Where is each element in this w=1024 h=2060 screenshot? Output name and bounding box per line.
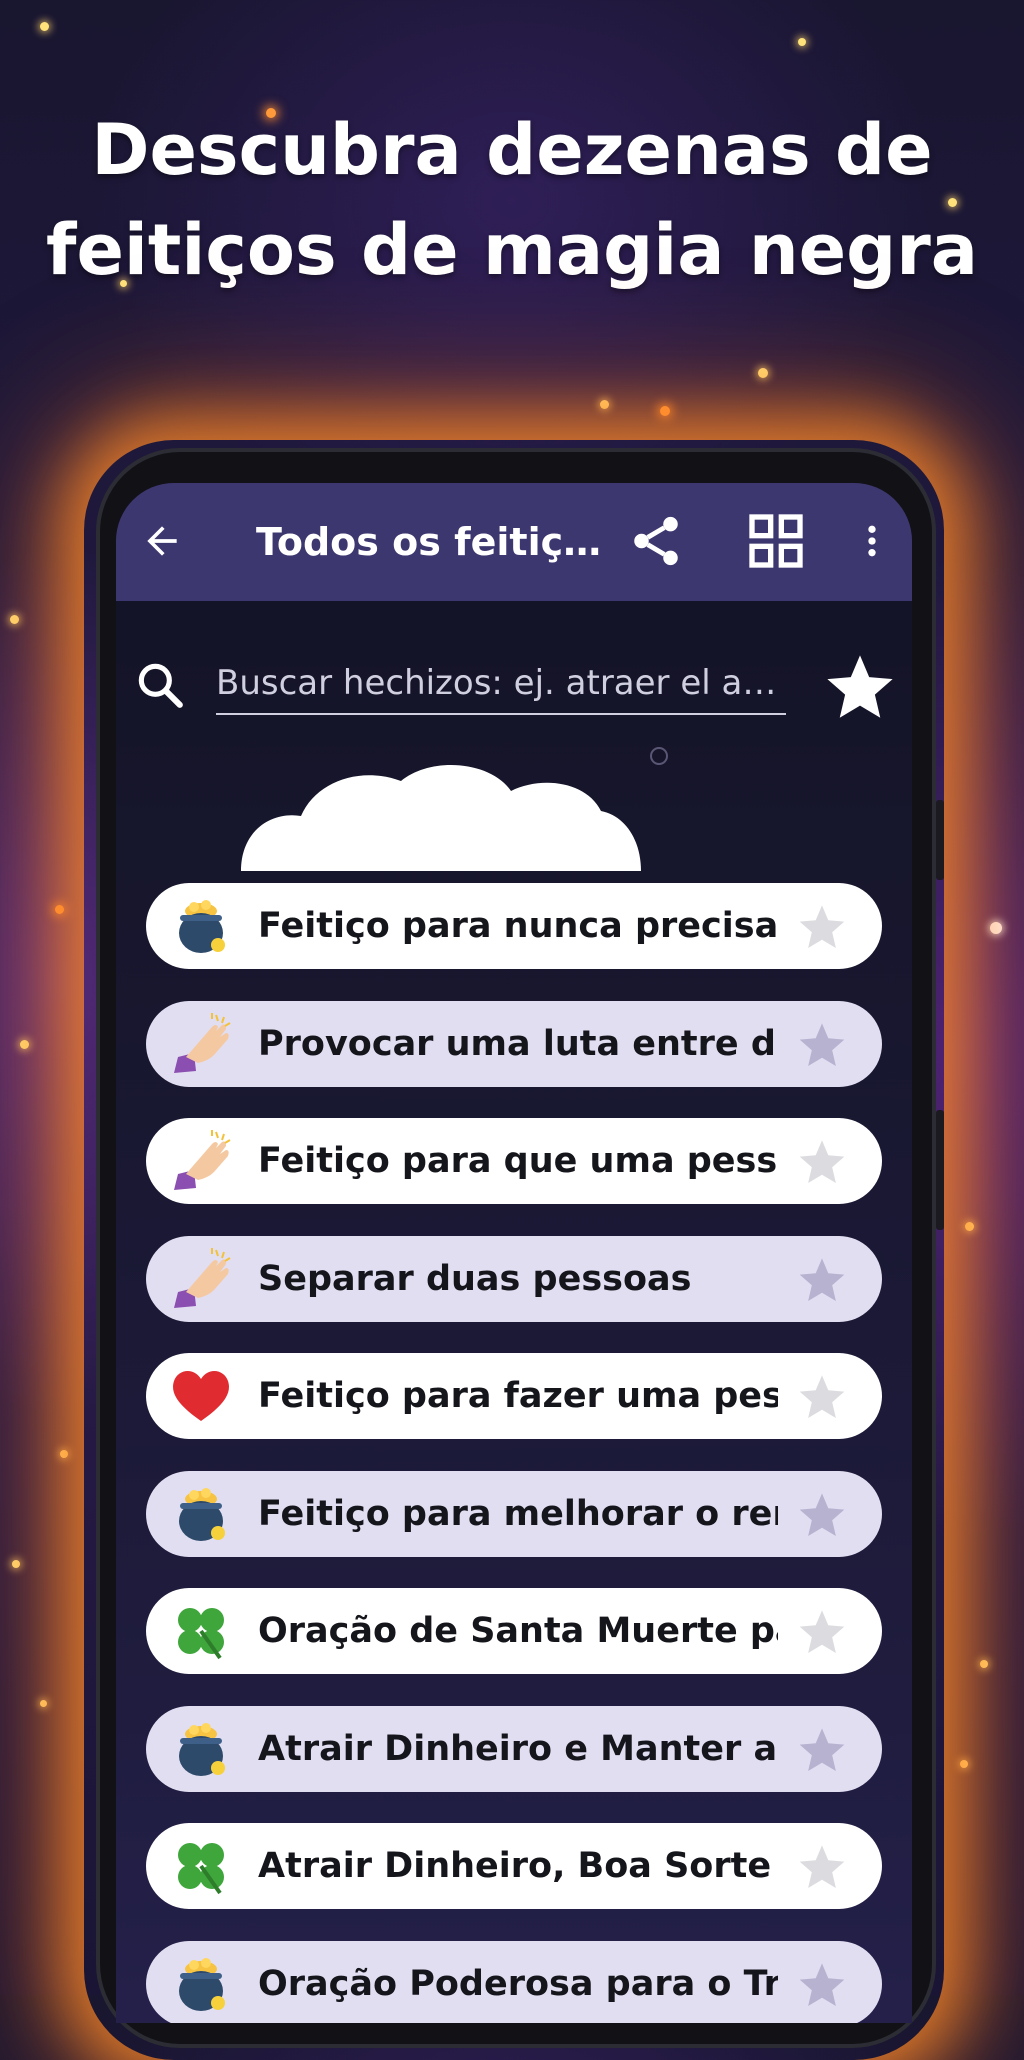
pot-of-gold-icon	[168, 1481, 234, 1547]
spell-list-item[interactable]: Oração de Santa Muerte par…	[146, 1588, 882, 1674]
favorite-star-icon[interactable]	[796, 1841, 848, 1893]
search-icon[interactable]	[132, 657, 188, 713]
spell-list-item[interactable]: Oração Poderosa para o Tra…	[146, 1940, 882, 2023]
favorite-star-icon[interactable]	[796, 901, 848, 953]
heart-icon	[168, 1363, 234, 1429]
spell-list-item[interactable]: Feitiço para fazer uma pesso…	[146, 1353, 882, 1439]
spell-list-item[interactable]: Provocar uma luta entre dua…	[146, 1000, 882, 1087]
spell-item-label: Feitiço para fazer uma pesso…	[258, 1376, 778, 1416]
favorite-star-icon[interactable]	[796, 1019, 848, 1071]
favorites-star-icon[interactable]	[822, 649, 898, 725]
spell-item-label: Separar duas pessoas	[258, 1258, 692, 1299]
phone-side-button	[936, 800, 944, 880]
spell-list-item[interactable]: Atrair Dinheiro, Boa Sorte e …	[146, 1823, 882, 1909]
magic-hand-icon	[168, 1011, 234, 1077]
phone-screen: Todos os feitiç… Buscar hechizos: ej. at…	[116, 483, 912, 2023]
magic-hand-icon	[168, 1246, 234, 1312]
app-bar: Todos os feitiç…	[116, 483, 912, 601]
pot-of-gold-icon	[168, 1951, 234, 2017]
favorite-star-icon[interactable]	[796, 1606, 848, 1658]
spell-item-label: Feitiço para nunca precisar …	[258, 906, 778, 946]
favorite-star-icon[interactable]	[796, 1724, 848, 1776]
phone-side-button	[936, 1110, 944, 1230]
spell-list-item[interactable]: Separar duas pessoas	[146, 1235, 882, 1322]
spell-list-item[interactable]: Atrair Dinheiro e Manter a M…	[146, 1705, 882, 1792]
headline-line-2: feitiços de magia negra	[45, 209, 978, 291]
spell-list-item[interactable]: Feitiço para nunca precisar …	[146, 883, 882, 969]
grid-view-icon[interactable]	[744, 509, 808, 573]
cloud-decoration	[241, 764, 641, 871]
spell-list-item[interactable]: Feitiço para que uma pessoa…	[146, 1118, 882, 1204]
spell-list-item[interactable]: Feitiço para melhorar o rendi…	[146, 1470, 882, 1557]
four-leaf-clover-icon	[168, 1833, 234, 1899]
spell-item-label: Atrair Dinheiro, Boa Sorte e …	[258, 1846, 778, 1886]
headline: Descubra dezenas de feitiços de magia ne…	[0, 100, 1024, 300]
spell-item-label: Atrair Dinheiro e Manter a M…	[258, 1728, 778, 1769]
spell-list-area: Buscar hechizos: ej. atraer el a… Feitiç…	[116, 601, 912, 2023]
search-input[interactable]: Buscar hechizos: ej. atraer el a…	[216, 653, 786, 715]
headline-line-1: Descubra dezenas de	[91, 109, 933, 191]
spell-item-label: Oração de Santa Muerte par…	[258, 1611, 778, 1651]
search-row: Buscar hechizos: ej. atraer el a…	[116, 631, 912, 741]
favorite-star-icon[interactable]	[796, 1371, 848, 1423]
app-bar-title: Todos os feitiç…	[256, 520, 602, 564]
spell-item-label: Oração Poderosa para o Tra…	[258, 1963, 778, 2004]
decorative-bubble	[650, 747, 668, 765]
arrow-left-icon[interactable]	[130, 509, 194, 573]
favorite-star-icon[interactable]	[796, 1254, 848, 1306]
pot-of-gold-icon	[168, 893, 234, 959]
pot-of-gold-icon	[168, 1716, 234, 1782]
four-leaf-clover-icon	[168, 1598, 234, 1664]
more-vert-icon[interactable]	[840, 509, 904, 573]
magic-hand-icon	[168, 1128, 234, 1194]
spell-item-label: Feitiço para que uma pessoa…	[258, 1141, 778, 1181]
spell-item-label: Provocar uma luta entre dua…	[258, 1023, 778, 1064]
favorite-star-icon[interactable]	[796, 1489, 848, 1541]
spell-item-label: Feitiço para melhorar o rendi…	[258, 1493, 778, 1534]
share-icon[interactable]	[624, 509, 688, 573]
favorite-star-icon[interactable]	[796, 1959, 848, 2011]
favorite-star-icon[interactable]	[796, 1136, 848, 1188]
